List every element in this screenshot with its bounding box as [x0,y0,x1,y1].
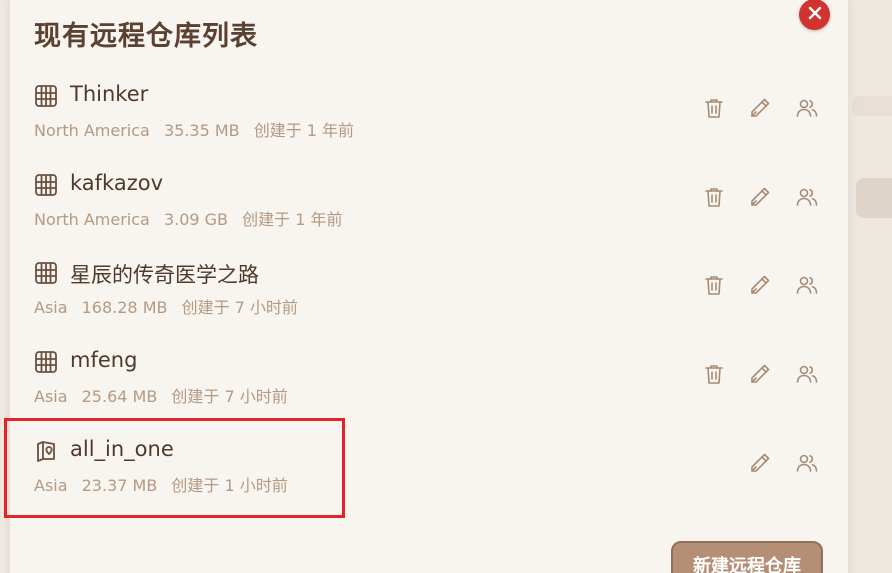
repo-region: Asia [34,298,68,317]
repo-item[interactable]: mfeng Asia 25.64 MB 创建于 7 小时前 [20,346,840,426]
selection-highlight [4,418,345,518]
repo-size: 35.35 MB [163,121,240,140]
repo-item[interactable]: Thinker North America 35.35 MB 创建于 1 年前 [20,80,840,160]
repo-size: 3.09 GB [163,210,229,229]
repo-size: 168.28 MB [81,298,168,317]
background-element [856,178,892,218]
repo-item[interactable]: kafkazov North America 3.09 GB 创建于 1 年前 [20,169,840,249]
users-icon[interactable] [795,96,819,120]
repo-meta: North America 3.09 GB 创建于 1 年前 [34,206,351,230]
repo-region: North America [34,210,150,229]
repo-name: 星辰的传奇医学之路 [70,263,259,287]
users-icon[interactable] [795,273,819,297]
pencil-icon[interactable] [748,273,772,297]
repo-meta: North America 35.35 MB 创建于 1 年前 [34,117,363,141]
grid-icon [34,173,58,197]
grid-icon [34,261,58,285]
close-button[interactable] [799,0,830,30]
grid-icon [34,84,58,108]
repo-created: 创建于 7 小时前 [171,387,288,406]
pencil-icon[interactable] [748,185,772,209]
repo-meta: Asia 168.28 MB 创建于 7 小时前 [34,294,307,318]
close-icon [808,5,822,24]
trash-icon[interactable] [702,96,726,120]
repo-region: Asia [34,387,68,406]
new-repo-button[interactable]: 新建远程仓库 [671,541,823,573]
pencil-icon[interactable] [748,451,772,475]
repo-created: 创建于 1 年前 [242,210,343,229]
grid-icon [34,350,58,374]
repo-region: North America [34,121,150,140]
trash-icon[interactable] [702,362,726,386]
repo-name: kafkazov [70,171,164,195]
repo-meta: Asia 25.64 MB 创建于 7 小时前 [34,383,297,407]
pencil-icon[interactable] [748,96,772,120]
users-icon[interactable] [795,451,819,475]
repo-name: Thinker [70,82,149,106]
repo-item[interactable]: 星辰的传奇医学之路 Asia 168.28 MB 创建于 7 小时前 [20,257,840,337]
trash-icon[interactable] [702,185,726,209]
repo-size: 25.64 MB [81,387,158,406]
repo-created: 创建于 1 年前 [253,121,355,140]
background-element [852,96,892,116]
dialog-title: 现有远程仓库列表 [34,21,258,52]
trash-icon[interactable] [702,273,726,297]
pencil-icon[interactable] [748,362,772,386]
repo-name: mfeng [70,348,138,372]
repo-created: 创建于 7 小时前 [181,298,298,317]
users-icon[interactable] [795,362,819,386]
users-icon[interactable] [795,185,819,209]
